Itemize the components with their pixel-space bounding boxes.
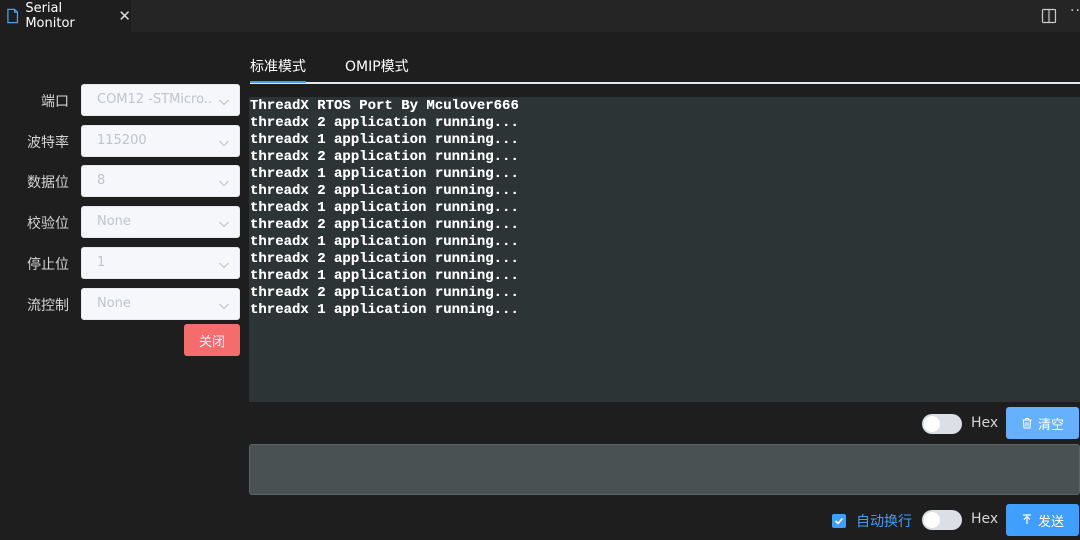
- active-tab-indicator: [250, 81, 306, 83]
- stop-bits-value: 1: [97, 255, 106, 270]
- stop-bits-select[interactable]: 1: [81, 247, 240, 279]
- port-value: COM12 -STMicro...: [97, 92, 212, 107]
- setting-row-baud-rate: 波特率 115200: [0, 125, 245, 157]
- more-actions-icon[interactable]: ···: [1070, 3, 1080, 19]
- input-hex-toggle[interactable]: [922, 510, 962, 530]
- baud-rate-value: 115200: [97, 133, 147, 148]
- setting-row-stop-bits: 停止位 1: [0, 247, 245, 279]
- chevron-down-icon: [219, 180, 229, 187]
- send-input[interactable]: [249, 444, 1080, 495]
- tab-omip-mode[interactable]: OMIP模式: [345, 56, 409, 76]
- clear-button[interactable]: 清空: [1006, 407, 1079, 439]
- tab-title: Serial Monitor: [25, 1, 75, 31]
- serial-output-console[interactable]: ThreadX RTOS Port By Mculover666 threadx …: [249, 97, 1080, 402]
- setting-row-parity: 校验位 None: [0, 206, 245, 238]
- tab-serial-monitor[interactable]: Serial Monitor ✕: [0, 0, 132, 32]
- input-hex-label: Hex: [971, 511, 999, 527]
- baud-rate-label: 波特率: [27, 135, 69, 151]
- parity-select[interactable]: None: [81, 206, 240, 238]
- mode-tabs: 标准模式 OMIP模式: [250, 50, 1080, 84]
- file-icon: [7, 8, 19, 24]
- console-line: threadx 1 application running...: [250, 200, 519, 216]
- console-line: threadx 2 application running...: [250, 149, 519, 165]
- auto-newline-label: 自动换行: [856, 514, 912, 530]
- flow-control-label: 流控制: [27, 298, 69, 314]
- console-line: ThreadX RTOS Port By Mculover666: [250, 98, 519, 114]
- auto-newline-option[interactable]: 自动换行: [832, 511, 912, 531]
- console-line: threadx 2 application running...: [250, 285, 519, 301]
- console-line: threadx 1 application running...: [250, 234, 519, 250]
- data-bits-value: 8: [97, 173, 106, 188]
- chevron-down-icon: [219, 99, 229, 106]
- split-editor-icon[interactable]: [1041, 8, 1057, 24]
- data-bits-label: 数据位: [27, 175, 69, 191]
- stop-bits-label: 停止位: [27, 257, 69, 273]
- toggle-knob: [924, 416, 940, 432]
- console-line: threadx 2 application running...: [250, 251, 519, 267]
- data-bits-select[interactable]: 8: [81, 165, 240, 197]
- toggle-knob: [924, 512, 940, 528]
- upload-icon: [1022, 514, 1031, 524]
- console-line: threadx 1 application running...: [250, 166, 519, 182]
- chevron-down-icon: [219, 221, 229, 228]
- close-icon[interactable]: ✕: [118, 8, 131, 24]
- setting-row-port: 端口 COM12 -STMicro...: [0, 84, 245, 116]
- console-line: threadx 2 application running...: [250, 217, 519, 233]
- output-hex-label: Hex: [971, 415, 999, 431]
- trash-icon: [1022, 417, 1032, 429]
- send-button[interactable]: 发送: [1006, 504, 1079, 536]
- flow-control-select[interactable]: None: [81, 288, 240, 320]
- console-line: threadx 1 application running...: [250, 302, 519, 318]
- chevron-down-icon: [219, 140, 229, 147]
- parity-label: 校验位: [27, 216, 69, 232]
- clear-button-label: 清空: [1037, 417, 1064, 433]
- console-line: threadx 2 application running...: [250, 115, 519, 131]
- setting-row-data-bits: 数据位 8: [0, 165, 245, 197]
- flow-control-value: None: [97, 296, 131, 311]
- console-line: threadx 1 application running...: [250, 268, 519, 284]
- parity-value: None: [97, 214, 131, 229]
- port-select[interactable]: COM12 -STMicro...: [81, 84, 240, 116]
- chevron-down-icon: [219, 303, 229, 310]
- console-line: threadx 1 application running...: [250, 132, 519, 148]
- baud-rate-select[interactable]: 115200: [81, 125, 240, 157]
- tab-standard-mode[interactable]: 标准模式: [250, 56, 306, 76]
- setting-row-flow-control: 流控制 None: [0, 288, 245, 320]
- checkmark-icon: [834, 517, 844, 525]
- close-port-button[interactable]: 关闭: [184, 324, 240, 356]
- editor-tab-bar: Serial Monitor ✕ ···: [0, 0, 1080, 32]
- send-button-label: 发送: [1037, 514, 1064, 530]
- port-label: 端口: [41, 94, 69, 110]
- auto-newline-checkbox[interactable]: [832, 514, 846, 528]
- output-hex-toggle[interactable]: [922, 414, 962, 434]
- console-line: threadx 2 application running...: [250, 183, 519, 199]
- chevron-down-icon: [219, 262, 229, 269]
